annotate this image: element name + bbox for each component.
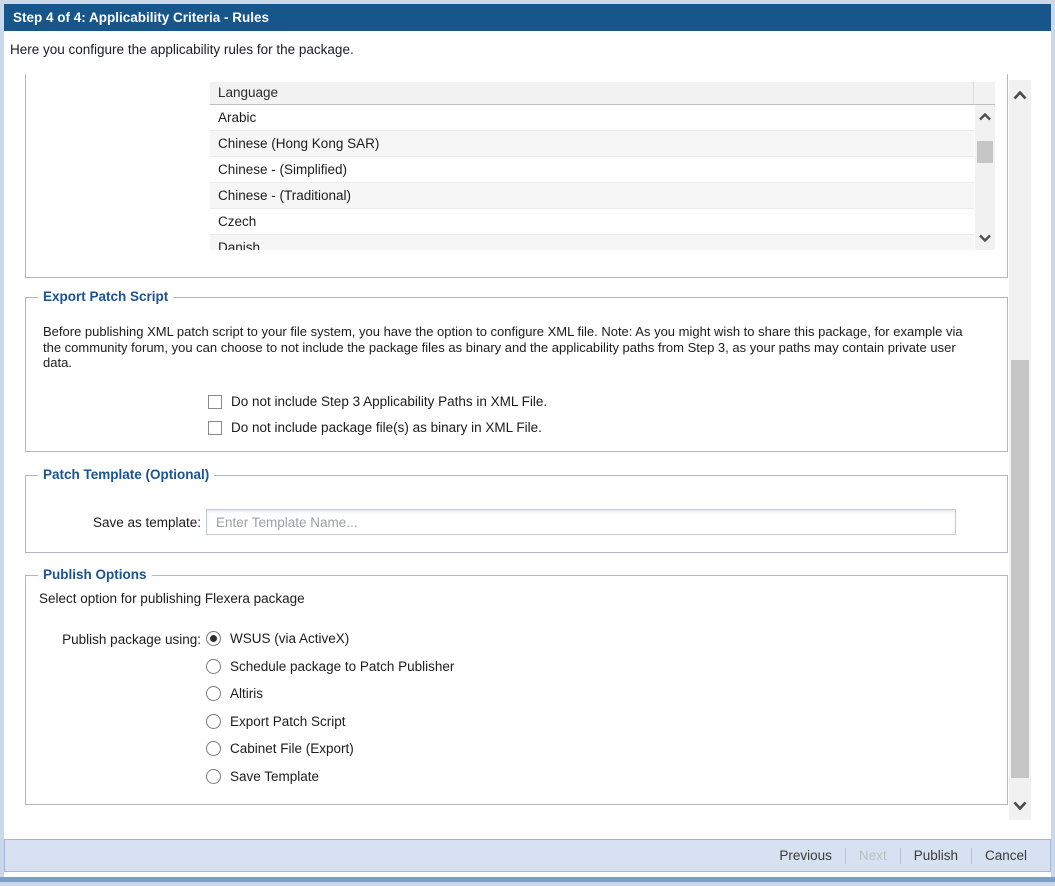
checkbox-row-package-binary[interactable]: Do not include package file(s) as binary… <box>208 419 542 436</box>
export-patch-script-legend: Export Patch Script <box>38 289 173 304</box>
checkbox-label: Do not include package file(s) as binary… <box>231 420 542 435</box>
chevron-up-icon <box>979 113 991 121</box>
list-scrollbar[interactable] <box>975 105 995 250</box>
page-scrollbar[interactable] <box>1009 80 1031 820</box>
radio-icon[interactable] <box>206 769 221 784</box>
language-rows: Arabic Chinese (Hong Kong SAR) Chinese -… <box>210 105 974 250</box>
scrollable-content: Select Languages: Language Arabic Chines… <box>4 74 1051 826</box>
radio-row-wsus[interactable]: WSUS (via ActiveX) <box>206 630 349 647</box>
list-item[interactable]: Chinese - (Simplified) <box>210 157 974 183</box>
languages-listbox[interactable]: Language Arabic Chinese (Hong Kong SAR) … <box>210 82 995 250</box>
wizard-window: Step 4 of 4: Applicability Criteria - Ru… <box>0 0 1055 886</box>
window-bottom-edge <box>0 877 1055 882</box>
radio-label: Cabinet File (Export) <box>230 741 354 756</box>
radio-icon[interactable] <box>206 659 221 674</box>
list-item[interactable]: Chinese (Hong Kong SAR) <box>210 131 974 157</box>
list-scroll-up-button[interactable] <box>975 105 995 129</box>
radio-selected-icon[interactable] <box>206 631 221 646</box>
radio-row-altiris[interactable]: Altiris <box>206 685 263 702</box>
checkbox-icon[interactable] <box>208 421 222 435</box>
radio-icon[interactable] <box>206 714 221 729</box>
radio-row-patch-publisher[interactable]: Schedule package to Patch Publisher <box>206 658 454 675</box>
publish-button[interactable]: Publish <box>901 848 971 863</box>
radio-row-export-patch-script[interactable]: Export Patch Script <box>206 713 346 730</box>
list-item[interactable]: Chinese - (Traditional) <box>210 183 974 209</box>
wizard-footer: Previous Next Publish Cancel <box>4 839 1051 872</box>
publish-options-description: Select option for publishing Flexera pac… <box>39 591 639 607</box>
wizard-title: Step 4 of 4: Applicability Criteria - Ru… <box>13 10 269 25</box>
wizard-title-bar: Step 4 of 4: Applicability Criteria - Ru… <box>4 4 1051 31</box>
save-as-template-label: Save as template: <box>26 515 201 530</box>
cancel-button[interactable]: Cancel <box>972 848 1040 863</box>
checkbox-icon[interactable] <box>208 395 222 409</box>
radio-icon[interactable] <box>206 741 221 756</box>
list-item[interactable]: Danish <box>210 235 974 250</box>
chevron-up-icon <box>1013 91 1027 100</box>
wizard-subtitle-band: Here you configure the applicability rul… <box>4 31 1051 74</box>
header-separator <box>973 82 974 104</box>
next-button: Next <box>846 848 900 863</box>
list-item[interactable]: Arabic <box>210 105 974 131</box>
language-column-header[interactable]: Language <box>210 82 995 105</box>
radio-label: WSUS (via ActiveX) <box>230 631 349 646</box>
radio-label: Altiris <box>230 686 263 701</box>
publish-package-using-label: Publish package using: <box>26 632 201 647</box>
list-scrollbar-thumb[interactable] <box>977 141 993 163</box>
radio-label: Schedule package to Patch Publisher <box>230 659 454 674</box>
radio-row-save-template[interactable]: Save Template <box>206 768 319 785</box>
list-scroll-down-button[interactable] <box>975 226 995 250</box>
checkbox-row-applicability-paths[interactable]: Do not include Step 3 Applicability Path… <box>208 393 547 410</box>
wizard-subtitle: Here you configure the applicability rul… <box>10 42 354 57</box>
checkbox-label: Do not include Step 3 Applicability Path… <box>231 394 547 409</box>
radio-label: Export Patch Script <box>230 714 346 729</box>
export-patch-description: Before publishing XML patch script to yo… <box>43 324 973 371</box>
publish-options-legend: Publish Options <box>38 567 152 582</box>
previous-button[interactable]: Previous <box>766 848 845 863</box>
radio-row-cabinet-file[interactable]: Cabinet File (Export) <box>206 740 354 757</box>
radio-icon[interactable] <box>206 686 221 701</box>
page-scroll-up-button[interactable] <box>1009 80 1031 110</box>
page-scroll-down-button[interactable] <box>1009 790 1031 820</box>
page-scrollbar-thumb[interactable] <box>1011 360 1029 778</box>
list-item[interactable]: Czech <box>210 209 974 235</box>
chevron-down-icon <box>979 234 991 242</box>
template-name-input[interactable] <box>206 509 956 535</box>
patch-template-groupbox: Patch Template (Optional) Save as templa… <box>25 475 1008 553</box>
export-patch-script-groupbox: Export Patch Script Before publishing XM… <box>25 297 1008 452</box>
publish-options-groupbox: Publish Options Select option for publis… <box>25 575 1008 805</box>
chevron-down-icon <box>1013 801 1027 810</box>
radio-label: Save Template <box>230 769 319 784</box>
patch-template-legend: Patch Template (Optional) <box>38 467 214 482</box>
